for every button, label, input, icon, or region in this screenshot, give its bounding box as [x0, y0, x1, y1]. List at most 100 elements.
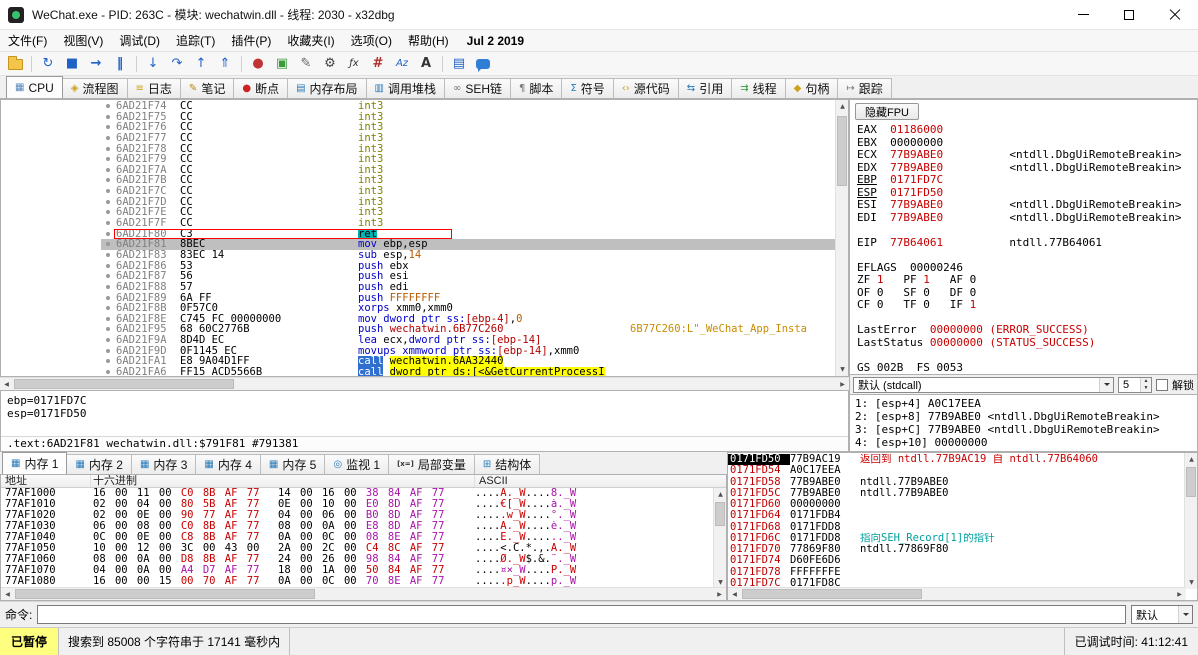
- register-row[interactable]: ESP 0171FD50: [857, 187, 1195, 200]
- register-row[interactable]: ECX 77B9ABE0 <ntdll.DbgUiRemoteBreakin>: [857, 149, 1195, 162]
- step-over-icon[interactable]: ↷: [166, 54, 188, 74]
- scroll-up-icon[interactable]: ▲: [836, 100, 849, 113]
- menu-file[interactable]: 文件(F): [0, 30, 55, 51]
- step-into-icon[interactable]: ↓: [142, 54, 164, 74]
- spin-up-icon[interactable]: ▲: [1141, 378, 1151, 385]
- tab-call-stack[interactable]: ▥调用堆栈: [366, 78, 445, 98]
- tab-source[interactable]: ‹›源代码: [613, 78, 679, 98]
- stepper-arrows[interactable]: ▲▼: [1140, 378, 1151, 392]
- functions-icon[interactable]: ƒx: [343, 54, 365, 74]
- instruction-dot-icon[interactable]: [101, 303, 116, 314]
- instruction-dot-icon[interactable]: [101, 229, 116, 240]
- register-row[interactable]: LastStatus 00000000 (STATUS_SUCCESS): [857, 337, 1195, 350]
- register-row[interactable]: LastError 00000000 (ERROR_SUCCESS): [857, 324, 1195, 337]
- scrollbar-thumb[interactable]: [15, 589, 315, 599]
- instruction-dot-icon[interactable]: [101, 154, 116, 165]
- instruction-dot-icon[interactable]: [101, 261, 116, 272]
- menu-options[interactable]: 选项(O): [343, 30, 400, 51]
- stack-row[interactable]: 0171FD640171FDB4: [728, 510, 1184, 521]
- tab-handles[interactable]: ◆句柄: [785, 78, 839, 98]
- menu-help[interactable]: 帮助(H): [400, 30, 457, 51]
- instruction-dot-icon[interactable]: [101, 122, 116, 133]
- instruction-dot-icon[interactable]: [101, 335, 116, 346]
- stack-horizontal-scrollbar[interactable]: ◀ ▶: [728, 587, 1186, 600]
- tab-dump-4[interactable]: ▦内存 4: [195, 454, 260, 474]
- tab-graph[interactable]: ◈流程图: [62, 78, 128, 98]
- argument-row[interactable]: 1: [esp+4] A0C17EEA: [855, 397, 1197, 410]
- settings-icon[interactable]: ⚙: [319, 54, 341, 74]
- scrollbar-thumb[interactable]: [14, 379, 234, 389]
- run-icon[interactable]: →: [85, 54, 107, 74]
- pause-icon[interactable]: ‖: [109, 54, 131, 74]
- register-row[interactable]: EAX 01186000: [857, 124, 1195, 137]
- tab-dump-1[interactable]: ▦内存 1: [2, 452, 67, 474]
- instruction-dot-icon[interactable]: [101, 271, 116, 282]
- instruction-dot-icon[interactable]: [101, 207, 116, 218]
- instruction-dot-icon[interactable]: [101, 239, 116, 250]
- unlock-checkbox[interactable]: [1156, 379, 1168, 391]
- memory-map-icon[interactable]: ▤: [448, 54, 470, 74]
- tab-cpu[interactable]: ▦CPU: [6, 76, 63, 98]
- scroll-left-icon[interactable]: ◀: [1, 588, 14, 601]
- disasm-row[interactable]: 6AD21F8383EC 14sub esp,14: [1, 250, 835, 261]
- comment-icon[interactable]: ✎: [295, 54, 317, 74]
- scroll-left-icon[interactable]: ◀: [728, 588, 741, 601]
- trace-record-icon[interactable]: ●: [247, 54, 269, 74]
- command-profile-select[interactable]: 默认: [1131, 605, 1193, 624]
- tab-threads[interactable]: ⇉线程: [731, 78, 785, 98]
- argument-count-stepper[interactable]: 5 ▲▼: [1118, 377, 1152, 393]
- run-to-return-icon[interactable]: ⇑: [214, 54, 236, 74]
- scroll-up-icon[interactable]: ▲: [714, 488, 727, 501]
- instruction-dot-icon[interactable]: [101, 356, 116, 367]
- instruction-dot-icon[interactable]: [101, 175, 116, 186]
- register-row[interactable]: GS 002B FS 0053: [857, 362, 1195, 375]
- scroll-left-icon[interactable]: ◀: [0, 378, 13, 391]
- register-row[interactable]: ESI 77B9ABE0 <ntdll.DbgUiRemoteBreakin>: [857, 199, 1195, 212]
- register-row[interactable]: EDI 77B9ABE0 <ntdll.DbgUiRemoteBreakin>: [857, 212, 1195, 225]
- argument-row[interactable]: 4: [esp+10] 00000000: [855, 436, 1197, 449]
- tab-symbols[interactable]: Σ符号: [561, 78, 613, 98]
- scroll-right-icon[interactable]: ▶: [1173, 588, 1186, 601]
- instruction-dot-icon[interactable]: [101, 112, 116, 123]
- instruction-dot-icon[interactable]: [101, 218, 116, 229]
- tab-breakpoints[interactable]: ●断点: [233, 78, 288, 98]
- column-header-address[interactable]: 地址: [1, 475, 91, 487]
- hash-icon[interactable]: #: [367, 54, 389, 74]
- chat-icon[interactable]: [472, 54, 494, 74]
- instruction-dot-icon[interactable]: [101, 186, 116, 197]
- stack-row[interactable]: 0171FD7C0171FD8C: [728, 578, 1184, 587]
- minimize-button[interactable]: [1060, 0, 1106, 30]
- stack-row[interactable]: 0171FD54A0C17EEA: [728, 465, 1184, 476]
- scroll-down-icon[interactable]: ▼: [836, 363, 849, 376]
- tab-watch-1[interactable]: ◎监视 1: [324, 454, 389, 474]
- instruction-dot-icon[interactable]: [101, 314, 116, 325]
- tab-notes[interactable]: ✎笔记: [180, 78, 234, 98]
- tab-log[interactable]: ≡日志: [127, 78, 181, 98]
- scrollbar-thumb[interactable]: [742, 589, 922, 599]
- memory-row[interactable]: 77AF108016 00 00 15 00 70 AF 77 0A 00 0C…: [1, 576, 713, 587]
- memory-vertical-scrollbar[interactable]: ▲ ▼: [713, 488, 726, 589]
- command-input[interactable]: [37, 605, 1126, 624]
- tab-trace[interactable]: ↦跟踪: [837, 78, 891, 98]
- register-row[interactable]: [857, 224, 1195, 237]
- spin-down-icon[interactable]: ▼: [1141, 385, 1151, 392]
- register-row[interactable]: EBP 0171FD7C: [857, 174, 1195, 187]
- tab-dump-2[interactable]: ▦内存 2: [66, 454, 131, 474]
- hide-fpu-button[interactable]: 隐藏FPU: [855, 103, 919, 120]
- restart-icon[interactable]: ↻: [37, 54, 59, 74]
- disassembly-horizontal-scrollbar[interactable]: ◀ ▶: [0, 377, 849, 390]
- register-row[interactable]: CF 0 TF 0 IF 1: [857, 299, 1195, 312]
- column-header-ascii[interactable]: ASCII: [475, 475, 726, 487]
- tab-locals[interactable]: [x=]局部变量: [388, 454, 475, 474]
- instruction-dot-icon[interactable]: [101, 324, 116, 335]
- register-row[interactable]: EIP 77B64061 ntdll.77B64061: [857, 237, 1195, 250]
- menu-view[interactable]: 视图(V): [55, 30, 111, 51]
- register-row[interactable]: EDX 77B9ABE0 <ntdll.DbgUiRemoteBreakin>: [857, 162, 1195, 175]
- scrollbar-thumb[interactable]: [837, 116, 847, 186]
- close-button[interactable]: [1152, 0, 1198, 30]
- tab-seh[interactable]: ∞SEH链: [444, 78, 511, 98]
- tab-references[interactable]: ⇆引用: [678, 78, 732, 98]
- tab-struct[interactable]: ⊞结构体: [474, 454, 540, 474]
- register-row[interactable]: [857, 349, 1195, 362]
- instruction-dot-icon[interactable]: [101, 293, 116, 304]
